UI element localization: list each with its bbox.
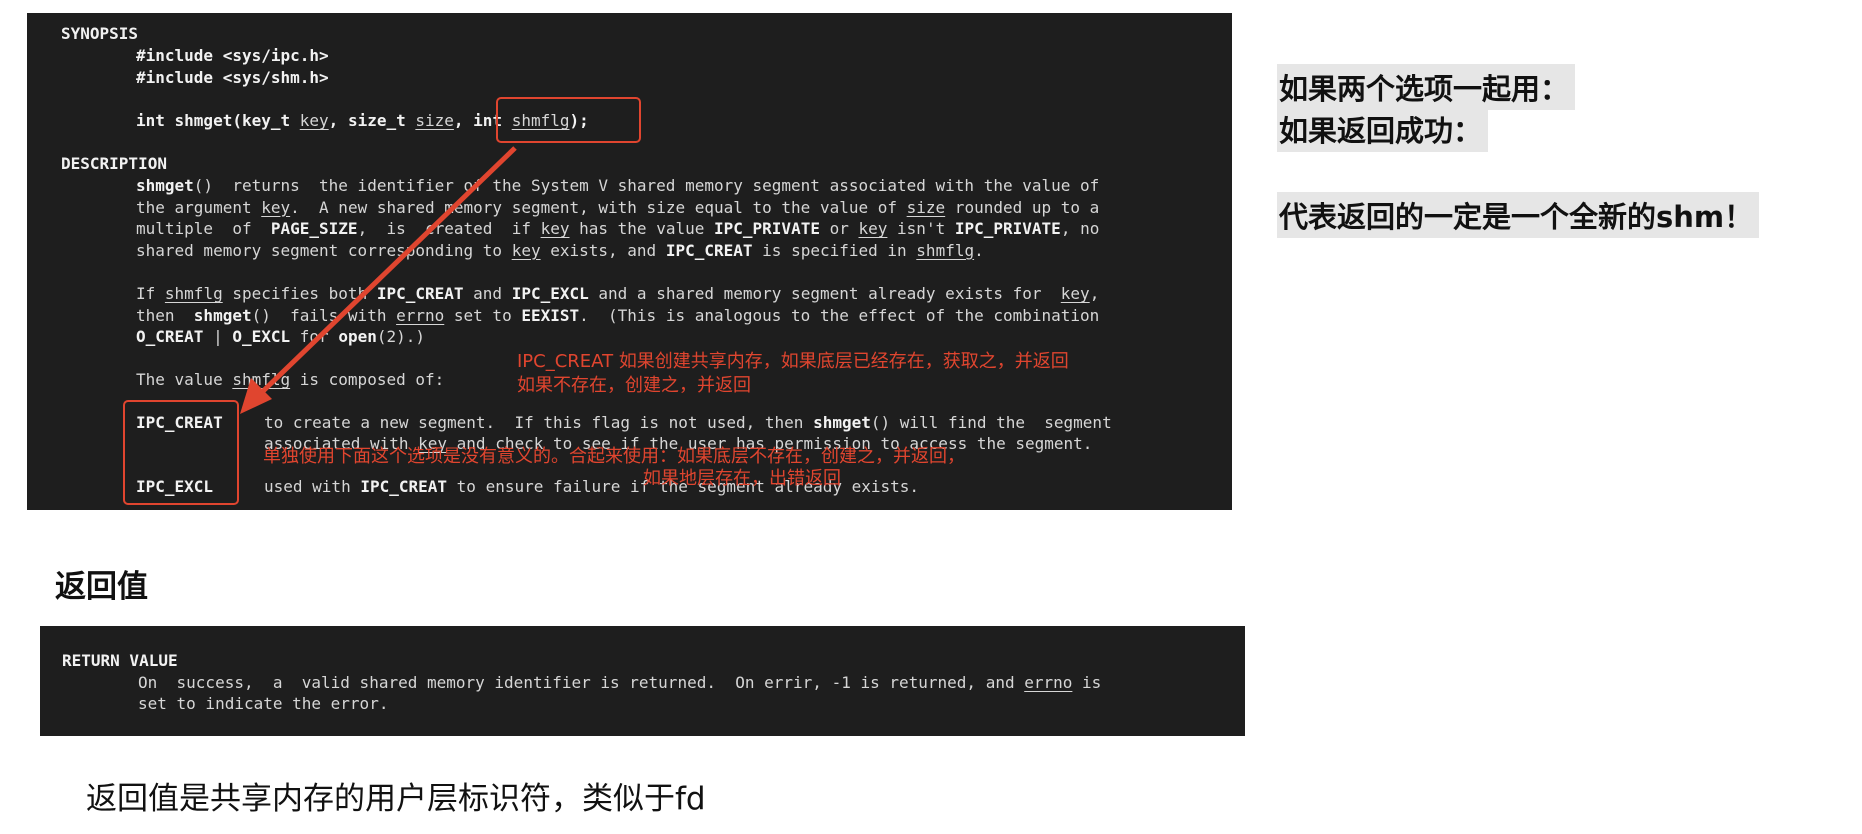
return-value-header: RETURN VALUE bbox=[62, 651, 178, 670]
ipc-excl-note-2: 如果地层存在，出错返回 bbox=[643, 468, 841, 489]
ipc-creat-note-2: 如果不存在，创建之，并返回 bbox=[517, 375, 751, 396]
text-part: On success, a valid shared memory identi… bbox=[138, 673, 1025, 692]
return-value-heading: 返回值 bbox=[55, 569, 148, 605]
ipc-excl-note-1: 单独使用下面这个选项是没有意义的。合起来使用：如果底层不存在，创建之，并返回， bbox=[263, 446, 965, 467]
ipc-creat-note-1: IPC_CREAT 如果创建共享内存，如果底层已经存在，获取之，并返回 bbox=[517, 351, 1069, 372]
man-page-return-panel: RETURN VALUE On success, a valid shared … bbox=[40, 626, 1245, 736]
side-note-new-shm: 代表返回的一定是一个全新的shm！ bbox=[1277, 192, 1760, 238]
text-part: is bbox=[1072, 673, 1102, 692]
return-value-note: 返回值是共享内存的用户层标识符，类似于fd bbox=[86, 781, 706, 817]
return-value-line-2: set to indicate the error. bbox=[138, 694, 389, 713]
side-note-both-options: 如果两个选项一起用： bbox=[1277, 64, 1576, 110]
side-note-return-success: 如果返回成功： bbox=[1277, 106, 1489, 152]
return-value-line-1: On success, a valid shared memory identi… bbox=[138, 672, 1101, 694]
return-errno: errno bbox=[1024, 673, 1073, 692]
